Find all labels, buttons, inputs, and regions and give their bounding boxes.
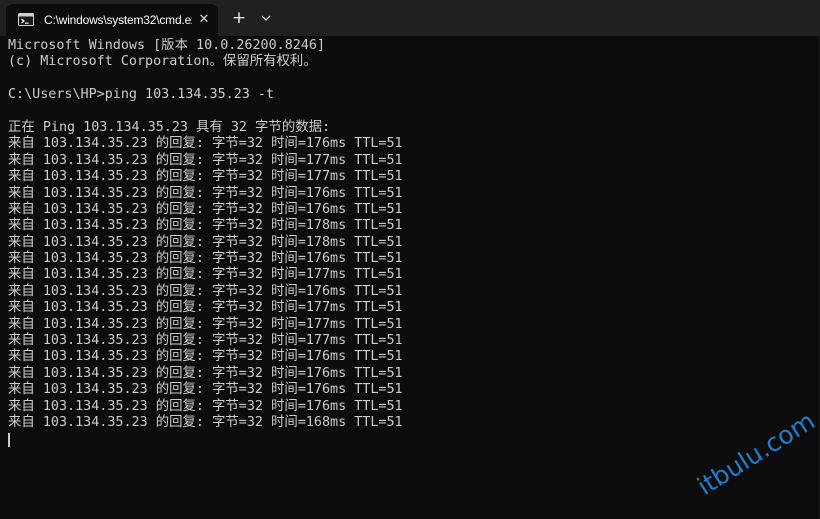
terminal-line: 来自 103.134.35.23 的回复: 字节=32 时间=176ms TTL… xyxy=(8,185,403,201)
terminal-line: 来自 103.134.35.23 的回复: 字节=32 时间=178ms TTL… xyxy=(8,234,403,250)
terminal-line: 来自 103.134.35.23 的回复: 字节=32 时间=176ms TTL… xyxy=(8,365,403,381)
terminal-icon xyxy=(18,13,34,26)
terminal-line: 来自 103.134.35.23 的回复: 字节=32 时间=178ms TTL… xyxy=(8,218,403,234)
terminal-line: Microsoft Windows [版本 10.0.26200.8246] xyxy=(8,38,326,53)
terminal-line: 来自 103.134.35.23 的回复: 字节=32 时间=176ms TTL… xyxy=(8,201,403,217)
terminal-line: 来自 103.134.35.23 的回复: 字节=32 时间=177ms TTL… xyxy=(8,316,403,332)
terminal-line: 来自 103.134.35.23 的回复: 字节=32 时间=177ms TTL… xyxy=(8,333,403,349)
terminal-window: C:\windows\system32\cmd.exe ✕ + Microsof… xyxy=(0,0,820,519)
close-icon[interactable]: ✕ xyxy=(196,12,212,28)
terminal-line: 来自 103.134.35.23 的回复: 字节=32 时间=176ms TTL… xyxy=(8,251,403,267)
terminal-line: 来自 103.134.35.23 的回复: 字节=32 时间=176ms TTL… xyxy=(8,382,403,398)
tab-cmd[interactable]: C:\windows\system32\cmd.exe ✕ xyxy=(6,4,218,36)
terminal-line: C:\Users\HP>ping 103.134.35.23 -t xyxy=(8,87,275,103)
terminal-line: 来自 103.134.35.23 的回复: 字节=32 时间=177ms TTL… xyxy=(8,267,403,283)
tab-title: C:\windows\system32\cmd.exe xyxy=(44,13,192,27)
text-cursor xyxy=(8,433,10,448)
terminal-line: 正在 Ping 103.134.35.23 具有 32 字节的数据: xyxy=(8,119,331,135)
new-tab-button[interactable]: + xyxy=(228,8,250,28)
terminal-line: 来自 103.134.35.23 的回复: 字节=32 时间=168ms TTL… xyxy=(8,414,403,430)
terminal-output[interactable]: Microsoft Windows [版本 10.0.26200.8246] (c… xyxy=(8,38,808,508)
terminal-line: 来自 103.134.35.23 的回复: 字节=32 时间=177ms TTL… xyxy=(8,169,403,185)
terminal-line: 来自 103.134.35.23 的回复: 字节=32 时间=177ms TTL… xyxy=(8,152,403,168)
terminal-line: 来自 103.134.35.23 的回复: 字节=32 时间=177ms TTL… xyxy=(8,300,403,316)
terminal-line: 来自 103.134.35.23 的回复: 字节=32 时间=176ms TTL… xyxy=(8,349,403,365)
terminal-line: 来自 103.134.35.23 的回复: 字节=32 时间=176ms TTL… xyxy=(8,283,403,299)
terminal-line: 来自 103.134.35.23 的回复: 字节=32 时间=176ms TTL… xyxy=(8,398,403,414)
terminal-line: (c) Microsoft Corporation。保留所有权利。 xyxy=(8,54,317,70)
title-bar: C:\windows\system32\cmd.exe ✕ + xyxy=(0,0,820,36)
chevron-down-icon[interactable] xyxy=(256,8,276,28)
terminal-line: 来自 103.134.35.23 的回复: 字节=32 时间=176ms TTL… xyxy=(8,136,403,152)
